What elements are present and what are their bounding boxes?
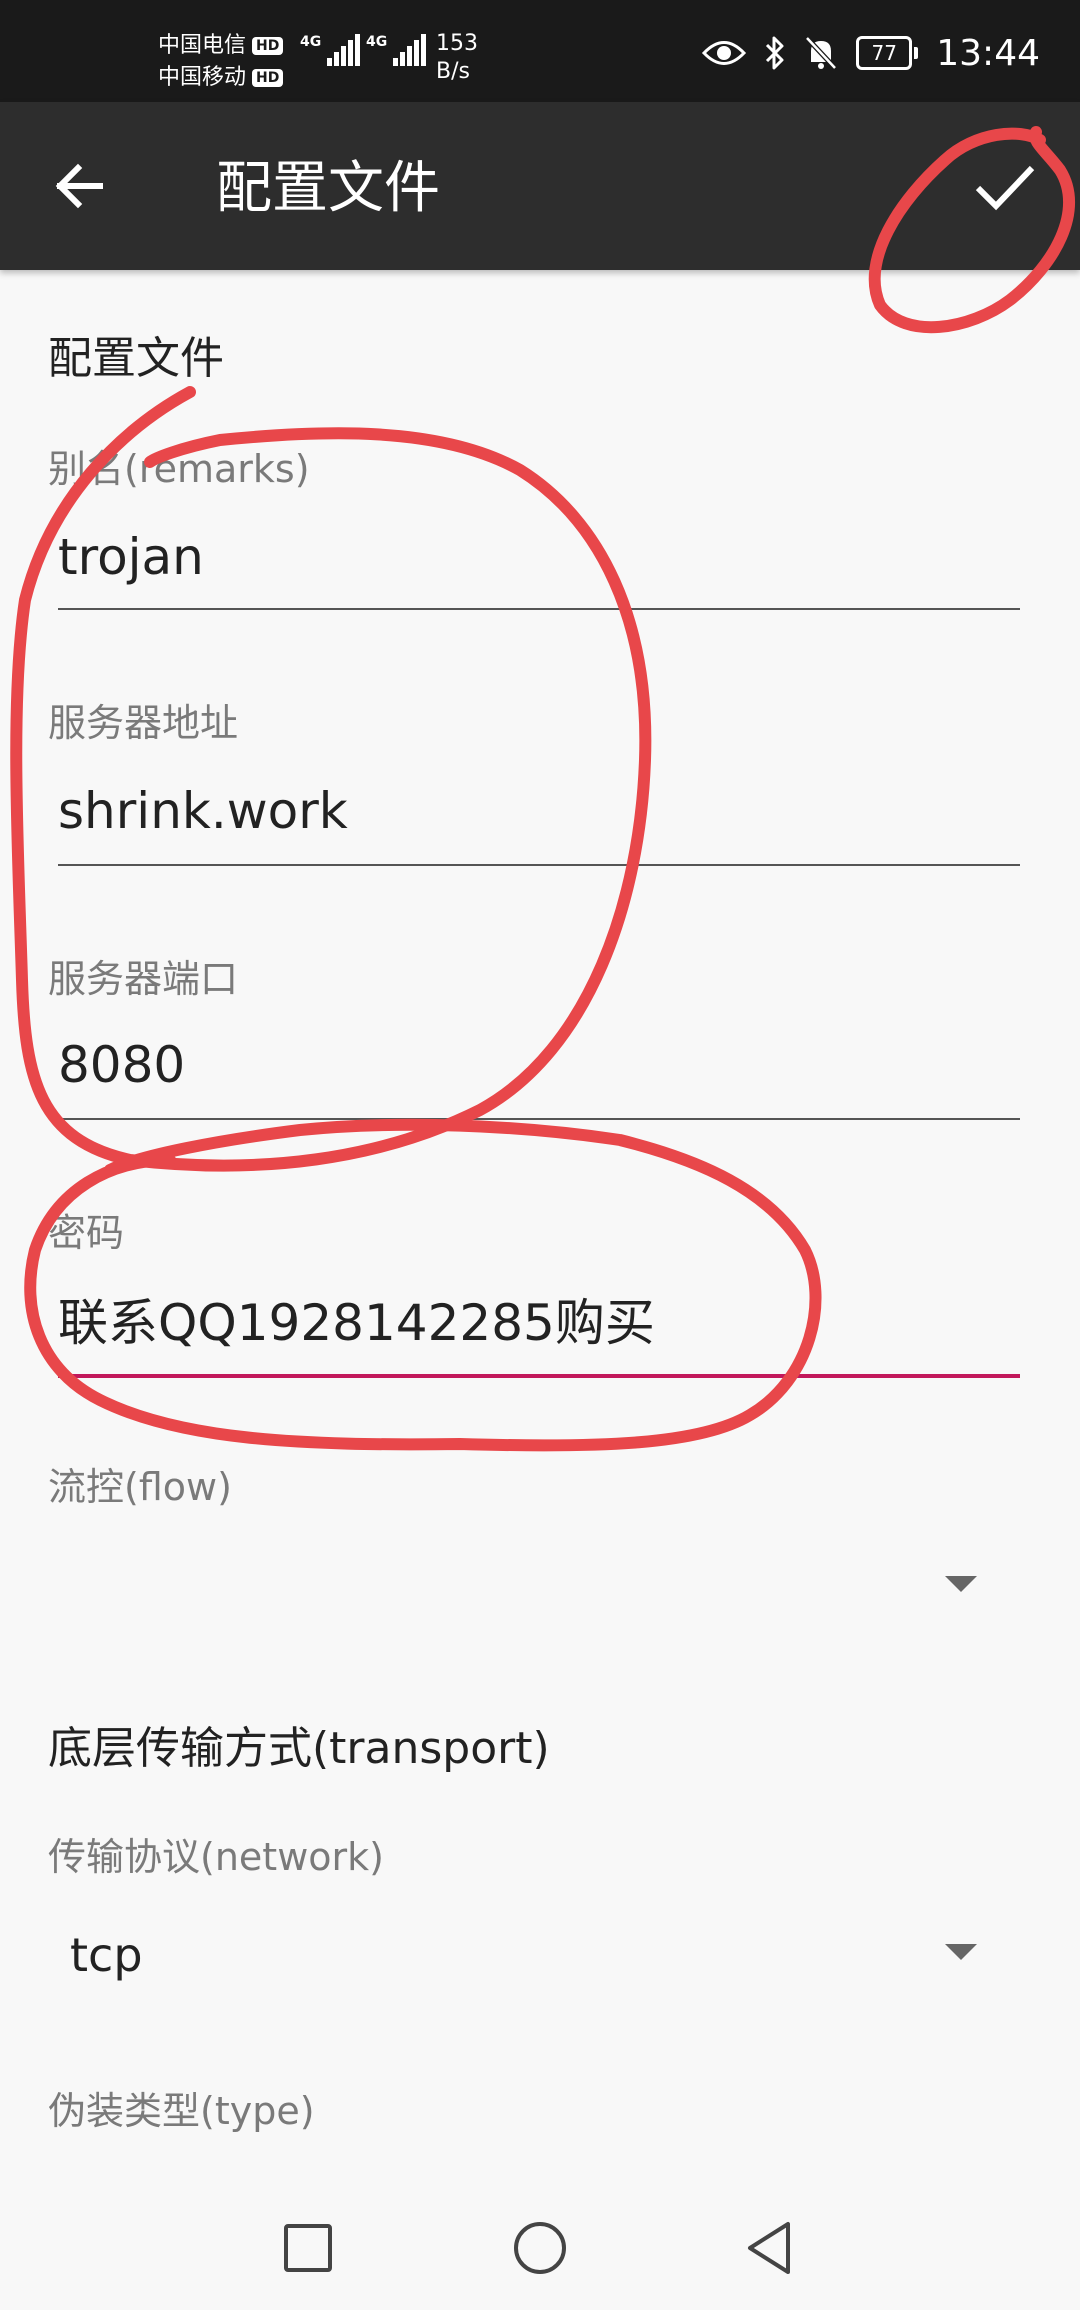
address-input[interactable]: [58, 782, 1018, 840]
network-dropdown-arrow-icon[interactable]: [945, 1944, 977, 1960]
back-triangle-icon[interactable]: [738, 2216, 802, 2280]
check-icon[interactable]: [970, 156, 1040, 216]
password-underline: [58, 1374, 1020, 1378]
carrier-info: 中国电信 HD 中国移动 HD: [158, 30, 284, 94]
hd-badge: HD: [252, 37, 284, 55]
annotation-circle-password: [24, 1118, 822, 1452]
carrier-1-label: 中国电信: [158, 33, 247, 58]
arrow-left-icon[interactable]: [50, 156, 110, 216]
port-label: 服务器端口: [48, 957, 239, 1001]
network-speed: 153 B/s: [436, 31, 478, 84]
recents-square-icon[interactable]: [276, 2216, 340, 2280]
battery-icon: 77: [856, 36, 919, 70]
bluetooth-icon: [766, 36, 784, 70]
flow-dropdown-arrow-icon[interactable]: [945, 1576, 977, 1592]
bell-muted-icon: [805, 36, 838, 70]
port-underline: [58, 1118, 1020, 1120]
hd-badge: HD: [252, 69, 284, 87]
remarks-input[interactable]: [58, 528, 1018, 586]
address-underline: [58, 864, 1020, 866]
carrier-2-label: 中国移动: [158, 65, 247, 90]
remarks-label: 别名(remarks): [48, 447, 310, 491]
header-type-label: 伪装类型(type): [48, 2089, 315, 2133]
page-title: 配置文件: [216, 156, 440, 221]
status-icons: 77 13:44: [702, 28, 1040, 78]
password-input[interactable]: [58, 1290, 1018, 1348]
signal-strength-icon: 4G: [300, 34, 361, 66]
flow-label: 流控(flow): [48, 1465, 232, 1509]
app-bar: 配置文件: [0, 102, 1080, 270]
remarks-underline: [58, 608, 1020, 610]
address-label: 服务器地址: [48, 701, 239, 745]
network-label: 传输协议(network): [48, 1835, 384, 1879]
eye-icon: [702, 41, 747, 65]
network-select[interactable]: tcp: [70, 1928, 143, 1982]
home-circle-icon[interactable]: [508, 2216, 572, 2280]
port-input[interactable]: [58, 1036, 1018, 1094]
signal-strength-icon: 4G: [366, 34, 427, 66]
section-title-profile: 配置文件: [48, 333, 224, 384]
password-label: 密码: [48, 1211, 125, 1255]
section-title-transport: 底层传输方式(transport): [48, 1723, 550, 1774]
clock: 13:44: [936, 32, 1040, 74]
system-nav-bar: [0, 2186, 1080, 2310]
status-bar: 中国电信 HD 中国移动 HD 4G 4G 153 B/s 77 13:44: [0, 0, 1080, 102]
